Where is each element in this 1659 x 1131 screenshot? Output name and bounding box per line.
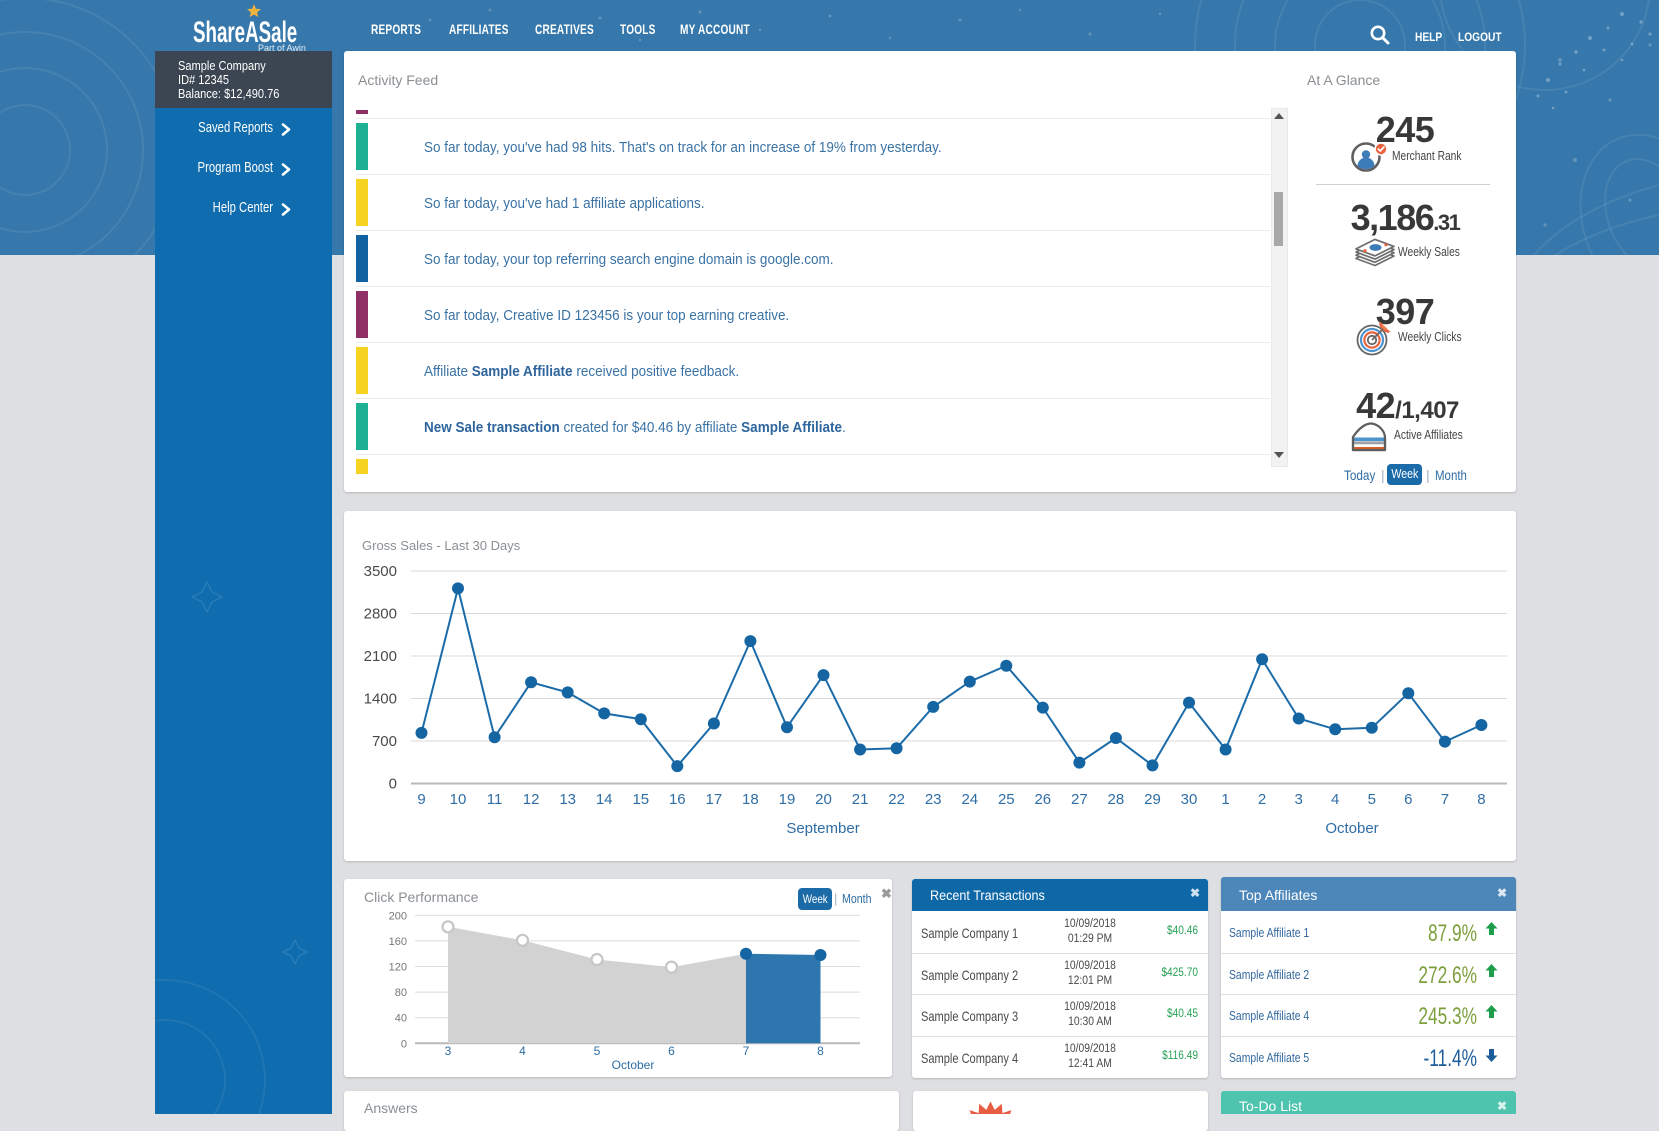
svg-text:28: 28 [1108,791,1125,808]
svg-text:0: 0 [401,1038,407,1050]
svg-text:27: 27 [1071,791,1088,808]
svg-text:80: 80 [395,987,407,999]
svg-text:October: October [612,1058,655,1072]
svg-text:1: 1 [1221,791,1229,808]
svg-text:0: 0 [389,776,397,793]
svg-text:25: 25 [998,791,1015,808]
svg-text:20: 20 [815,791,832,808]
svg-text:7: 7 [1441,791,1449,808]
svg-text:September: September [786,820,859,837]
svg-text:21: 21 [852,791,869,808]
svg-text:8: 8 [1477,791,1485,808]
svg-text:1400: 1400 [364,691,397,708]
svg-text:2800: 2800 [364,606,397,623]
svg-text:17: 17 [706,791,723,808]
svg-text:7: 7 [743,1044,750,1058]
svg-text:8: 8 [817,1044,824,1058]
svg-text:9: 9 [417,791,425,808]
svg-text:14: 14 [596,791,613,808]
svg-text:4: 4 [1331,791,1339,808]
svg-text:160: 160 [389,936,407,948]
svg-text:4: 4 [519,1044,526,1058]
svg-text:10: 10 [450,791,467,808]
svg-text:29: 29 [1144,791,1161,808]
svg-text:18: 18 [742,791,759,808]
svg-text:2100: 2100 [364,648,397,665]
svg-text:6: 6 [668,1044,675,1058]
svg-text:3500: 3500 [364,563,397,580]
svg-text:11: 11 [487,791,503,808]
svg-text:15: 15 [632,791,649,808]
svg-text:16: 16 [669,791,686,808]
svg-text:2: 2 [1258,791,1266,808]
svg-text:13: 13 [559,791,576,808]
svg-text:22: 22 [888,791,905,808]
svg-text:23: 23 [925,791,942,808]
svg-text:5: 5 [1368,791,1376,808]
svg-text:October: October [1325,820,1378,837]
svg-text:24: 24 [961,791,978,808]
svg-text:200: 200 [389,910,407,922]
svg-text:6: 6 [1404,791,1412,808]
svg-text:26: 26 [1034,791,1051,808]
svg-text:40: 40 [395,1013,407,1025]
svg-text:30: 30 [1181,791,1198,808]
svg-text:700: 700 [372,733,397,750]
svg-text:3: 3 [445,1044,452,1058]
svg-text:120: 120 [389,962,407,974]
svg-text:19: 19 [779,791,796,808]
svg-text:3: 3 [1295,791,1303,808]
svg-text:12: 12 [523,791,540,808]
svg-text:5: 5 [594,1044,601,1058]
